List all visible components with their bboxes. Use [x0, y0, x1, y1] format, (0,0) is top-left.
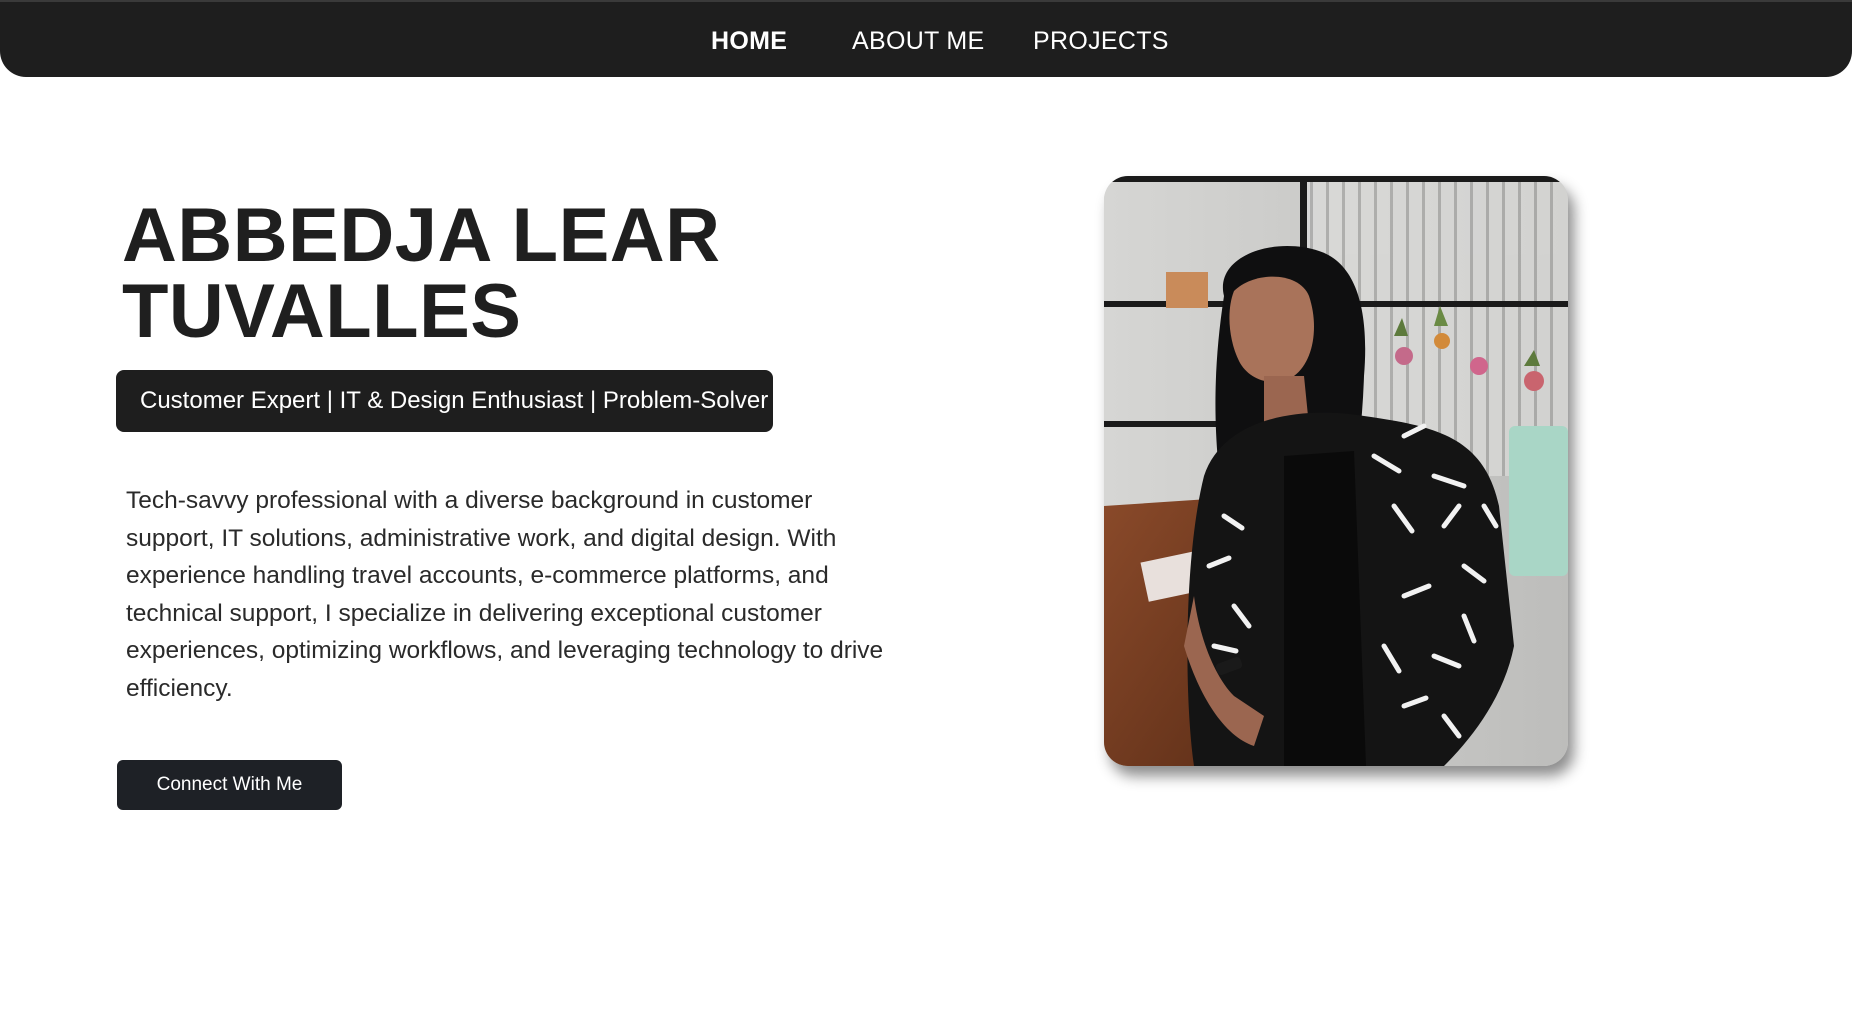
hero-bio-text: Tech-savvy professional with a diverse b…	[126, 487, 884, 702]
top-navbar: HOME ABOUT ME PROJECTS	[0, 0, 1852, 77]
profile-photo	[1104, 176, 1568, 766]
hero-tagline-badge: Customer Expert | IT & Design Enthusiast…	[116, 370, 773, 432]
connect-with-me-button[interactable]: Connect With Me	[117, 760, 342, 810]
nav-link-projects[interactable]: PROJECTS	[1033, 25, 1169, 57]
hero-name-heading: ABBEDJA LEAR TUVALLES	[122, 193, 721, 354]
nav-link-about-me[interactable]: ABOUT ME	[852, 25, 985, 57]
nav-link-home[interactable]: HOME	[711, 25, 787, 57]
profile-photo-illustration	[1104, 176, 1568, 766]
